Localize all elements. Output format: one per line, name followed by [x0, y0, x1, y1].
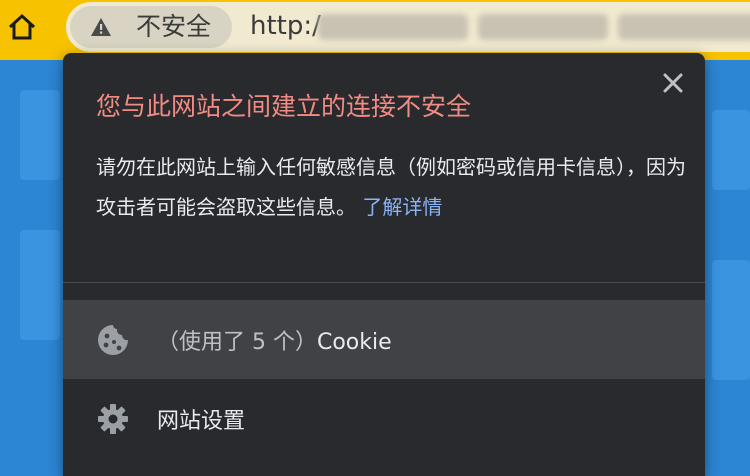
security-indicator-chip[interactable]: 不安全	[70, 6, 232, 48]
background-block	[712, 110, 750, 190]
home-button[interactable]	[4, 9, 40, 45]
home-icon	[8, 13, 36, 40]
close-icon	[663, 73, 683, 93]
url-redacted	[618, 14, 750, 40]
warning-icon	[91, 18, 111, 36]
cookie-label-text: Cookie	[316, 329, 392, 355]
cookie-count-text: （使用了 5 个）	[157, 329, 317, 355]
close-button[interactable]	[661, 71, 685, 95]
site-settings-label: 网站设置	[157, 408, 246, 434]
cookies-row-label: （使用了 5 个）Cookie	[157, 324, 392, 356]
url-redacted	[318, 14, 468, 40]
background-block	[20, 90, 60, 180]
gear-icon	[98, 403, 128, 434]
site-info-popup: 您与此网站之间建立的连接不安全 请勿在此网站上输入任何敏感信息（例如密码或信用卡…	[63, 53, 705, 476]
security-status-label: 不安全	[136, 12, 212, 41]
background-block	[20, 230, 60, 340]
url-redacted	[478, 14, 608, 40]
browser-toolbar: 不安全 http:/	[0, 0, 750, 60]
learn-more-link[interactable]: 了解详情	[362, 195, 442, 219]
cookies-row[interactable]: （使用了 5 个）Cookie	[63, 300, 705, 379]
site-settings-row[interactable]: 网站设置	[63, 379, 705, 458]
popup-title: 您与此网站之间建立的连接不安全	[96, 92, 472, 121]
cookie-icon	[98, 324, 128, 355]
url-text: http:/	[250, 11, 321, 41]
address-bar[interactable]: 不安全 http:/	[66, 2, 750, 52]
popup-description: 请勿在此网站上输入任何敏感信息（例如密码或信用卡信息），因为攻击者可能会盗取这些…	[96, 147, 686, 227]
background-block	[712, 260, 750, 380]
divider	[63, 282, 705, 283]
